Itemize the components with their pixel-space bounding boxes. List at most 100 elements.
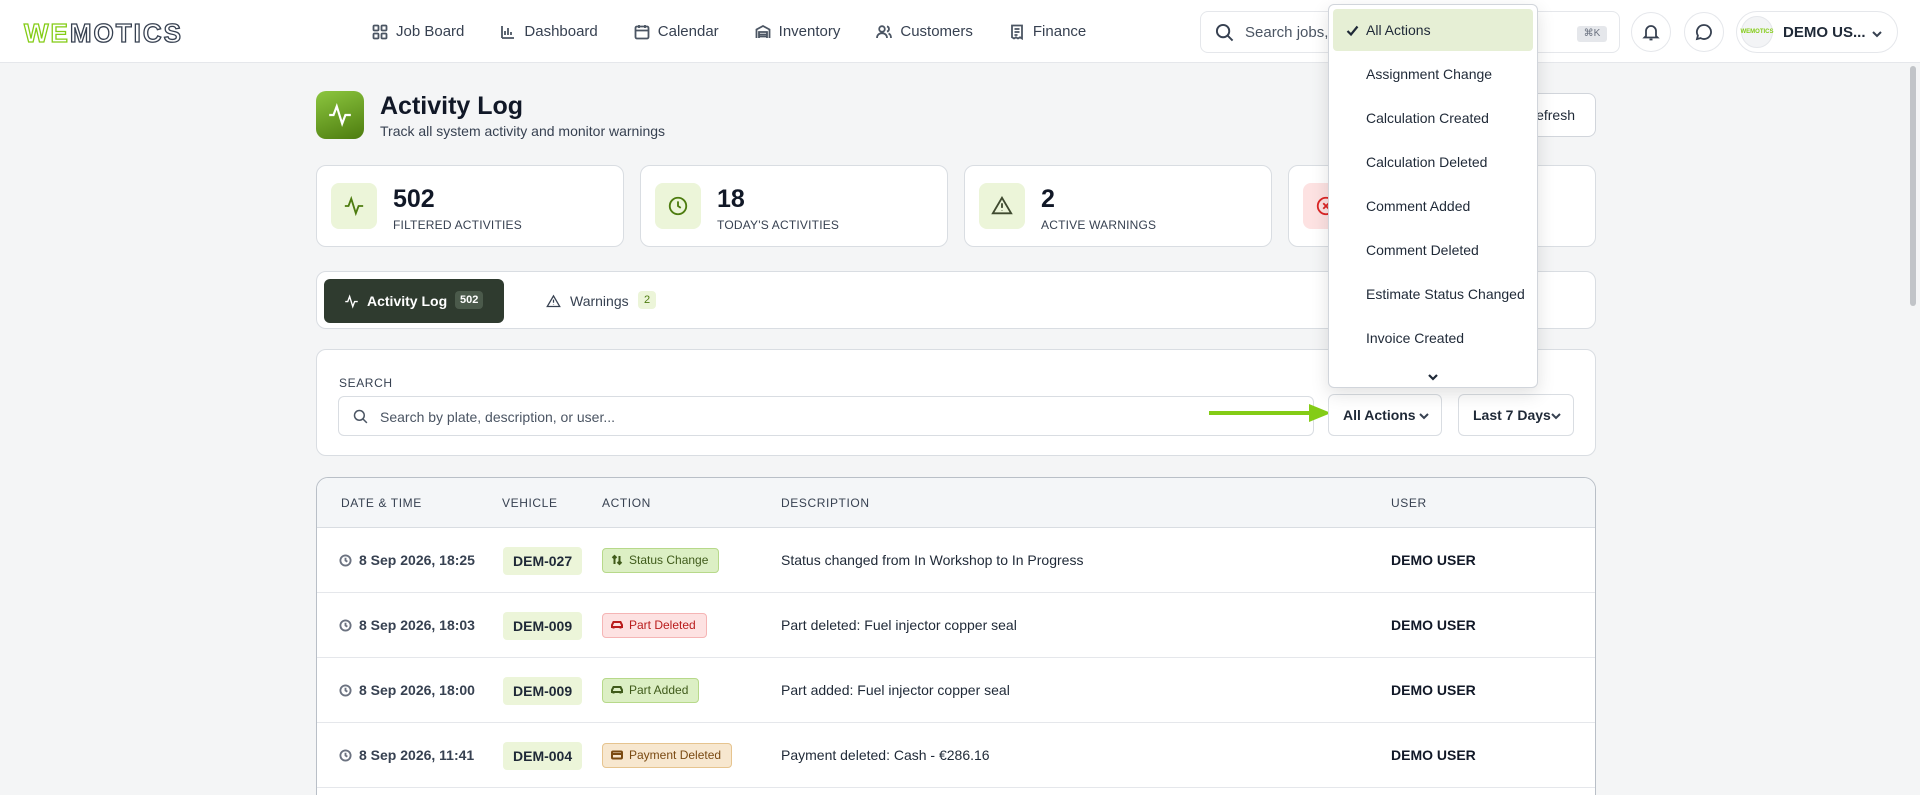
- tab-warnings[interactable]: Warnings 2: [532, 279, 672, 323]
- nav-inventory[interactable]: Inventory: [755, 23, 841, 40]
- row-user: DEMO USER: [1391, 682, 1476, 698]
- nav-label: Customers: [900, 23, 973, 40]
- scrollbar-thumb[interactable]: [1910, 66, 1916, 306]
- search-label: SEARCH: [339, 376, 393, 390]
- action-badge: Status Change: [602, 548, 720, 573]
- check-icon: [1346, 25, 1359, 37]
- dropdown-option[interactable]: Assignment Change: [1333, 53, 1533, 95]
- activity-search-input[interactable]: Search by plate, description, or user...: [338, 396, 1314, 436]
- tab-activity-log[interactable]: Activity Log 502: [324, 279, 504, 323]
- dropdown-option[interactable]: Comment Added: [1333, 185, 1533, 227]
- nav-dashboard[interactable]: Dashboard: [500, 23, 598, 40]
- nav-label: Job Board: [396, 23, 465, 40]
- column-header[interactable]: DATE & TIME: [341, 496, 422, 510]
- car-icon: [611, 621, 623, 629]
- table-row[interactable]: 8 Sep 2026, 11:41 DEM-004 Payment Delete…: [317, 723, 1595, 788]
- chat-icon: [1695, 24, 1712, 41]
- date-range-select[interactable]: Last 7 Days: [1458, 394, 1574, 436]
- activity-icon: [345, 294, 358, 309]
- top-navigation-bar: WEMOTICS Job Board Dashboard Calendar In…: [0, 0, 1920, 63]
- action-badge: Part Deleted: [602, 613, 707, 638]
- nav-job-board[interactable]: Job Board: [372, 23, 464, 40]
- nav-finance[interactable]: Finance: [1009, 23, 1086, 40]
- nav-calendar[interactable]: Calendar: [634, 23, 719, 40]
- bell-icon: [1642, 25, 1660, 41]
- chevron-down-icon: [1551, 413, 1561, 420]
- user-menu-button[interactable]: WEMOTICS DEMO US...: [1736, 11, 1898, 53]
- chevron-down-icon: [1428, 374, 1438, 381]
- dropdown-option[interactable]: Comment Deleted: [1333, 229, 1533, 271]
- nav-label: Inventory: [778, 23, 841, 40]
- nav-customers[interactable]: Customers: [876, 23, 973, 40]
- receipt-icon: [1010, 24, 1023, 40]
- nav-label: Dashboard: [524, 23, 598, 40]
- page-subtitle: Track all system activity and monitor wa…: [380, 123, 666, 139]
- activity-icon: [329, 102, 351, 128]
- row-user: DEMO USER: [1391, 552, 1476, 568]
- action-filter-dropdown: All Actions Assignment Change Calculatio…: [1328, 4, 1538, 388]
- clock-icon: [339, 554, 352, 567]
- vehicle-plate[interactable]: DEM-009: [503, 612, 583, 640]
- column-header[interactable]: VEHICLE: [502, 496, 558, 510]
- action-filter-value: All Actions: [1343, 407, 1416, 423]
- tab-label: Warnings: [570, 293, 629, 309]
- row-date: 8 Sep 2026, 18:03: [339, 617, 475, 633]
- search-icon: [1215, 23, 1234, 42]
- column-header[interactable]: ACTION: [602, 496, 651, 510]
- vehicle-plate[interactable]: DEM-004: [503, 742, 583, 770]
- calendar-icon: [634, 24, 650, 39]
- users-icon: [876, 24, 893, 38]
- scroll-more-button[interactable]: [1427, 370, 1439, 382]
- tab-label: Activity Log: [367, 293, 448, 309]
- warehouse-icon: [755, 24, 771, 38]
- card-icon: [611, 750, 623, 760]
- avatar: WEMOTICS: [1741, 16, 1774, 48]
- row-date: 8 Sep 2026, 11:41: [339, 747, 474, 763]
- dropdown-option[interactable]: Estimate Status Changed: [1333, 273, 1533, 315]
- tab-count-badge: 502: [455, 291, 484, 309]
- user-name: DEMO US...: [1783, 24, 1866, 41]
- clock-icon: [339, 749, 352, 762]
- dropdown-option[interactable]: Calculation Deleted: [1333, 141, 1533, 183]
- column-header[interactable]: DESCRIPTION: [781, 496, 870, 510]
- stat-value: 502: [393, 185, 435, 213]
- table-row[interactable]: 8 Sep 2026, 18:03 DEM-009 Part Deleted P…: [317, 593, 1595, 658]
- dropdown-option[interactable]: Calculation Created: [1333, 97, 1533, 139]
- app-logo[interactable]: WEMOTICS: [23, 17, 183, 49]
- stat-value: 2: [1041, 185, 1055, 213]
- stat-icon-box: [655, 183, 701, 229]
- chevron-down-icon: [1872, 31, 1882, 38]
- clock-icon: [339, 619, 352, 632]
- stat-label: TODAY'S ACTIVITIES: [717, 218, 840, 232]
- date-range-value: Last 7 Days: [1473, 407, 1551, 423]
- bar-chart-icon: [501, 25, 515, 39]
- column-header[interactable]: USER: [1391, 496, 1427, 510]
- action-badge: Part Added: [602, 678, 700, 703]
- stat-card-filtered: 502 FILTERED ACTIVITIES: [316, 165, 624, 247]
- table-row[interactable]: 8 Sep 2026, 18:25 DEM-027 Status Change …: [317, 528, 1595, 593]
- stat-card-today: 18 TODAY'S ACTIVITIES: [640, 165, 948, 247]
- page-title: Activity Log: [380, 92, 524, 120]
- stat-value: 18: [717, 185, 745, 213]
- table-row[interactable]: 8 Sep 2026, 18:00 DEM-009 Part Added Par…: [317, 658, 1595, 723]
- activity-table: DATE & TIME VEHICLE ACTION DESCRIPTION U…: [316, 477, 1596, 795]
- stat-icon-box: [979, 183, 1025, 229]
- dropdown-option[interactable]: Invoice Created: [1333, 317, 1533, 359]
- stat-label: ACTIVE WARNINGS: [1041, 218, 1157, 232]
- car-icon: [611, 686, 623, 694]
- search-placeholder: Search jobs, c: [1245, 24, 1341, 41]
- page-scrollbar[interactable]: [1908, 64, 1918, 795]
- vehicle-plate[interactable]: DEM-009: [503, 677, 583, 705]
- messages-button[interactable]: [1684, 12, 1724, 52]
- dropdown-option-all-actions[interactable]: All Actions: [1333, 9, 1533, 51]
- row-description: Status changed from In Workshop to In Pr…: [781, 552, 1084, 568]
- vehicle-plate[interactable]: DEM-027: [503, 547, 583, 575]
- warning-icon: [546, 294, 561, 308]
- pointer-arrow-icon: [1209, 404, 1331, 422]
- action-filter-select[interactable]: All Actions: [1328, 394, 1442, 436]
- main-nav: Job Board Dashboard Calendar Inventory C…: [372, 0, 1086, 63]
- tab-count-badge: 2: [638, 291, 657, 309]
- warning-icon: [991, 195, 1013, 215]
- notifications-button[interactable]: [1631, 12, 1671, 52]
- search-icon: [353, 409, 368, 424]
